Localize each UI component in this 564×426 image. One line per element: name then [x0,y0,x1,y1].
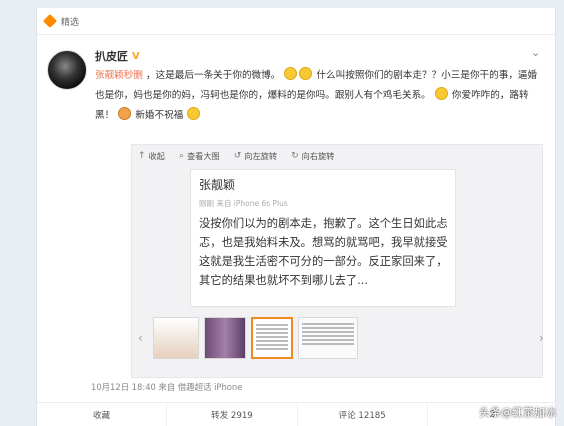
rotate-right-icon: ↻ [291,151,299,161]
tool-view-large[interactable]: ⌕ 查看大图 [179,150,220,162]
embedded-post-body: 没按你们以为的剧本走，抱歉了。这个生日如此忐忑，也是我始料未及。想骂的就骂吧，我… [199,217,448,287]
featured-icon [42,13,58,29]
chevron-down-icon[interactable]: ⌄ [531,46,543,59]
weibo-card: 精选 扒皮匠 V ⌄ 张靓颖秒删 ，这是最后一条关于你的微博。 什么叫按照你们的… [36,8,557,426]
collapse-icon: ↑ [138,151,146,161]
post-text-part-1: ，这是最后一条关于你的微博。 [146,70,281,81]
tool-rotate-right[interactable]: ↻ 向右旋转 [291,150,334,162]
tool-collapse[interactable]: ↑ 收起 [138,150,165,162]
thumbnail[interactable] [298,317,358,359]
prev-icon[interactable]: ‹ [138,319,148,357]
embedded-post-meta: 刚刚 来自 iPhone 6s Plus [199,199,288,208]
mention-link[interactable]: 张靓颖秒删 [95,70,143,81]
rotate-left-icon: ↺ [233,151,242,161]
tears-emoji-icon [299,67,313,80]
card-header: 精选 [37,8,555,35]
screenshot-root: 精选 扒皮匠 V ⌄ 张靓颖秒删 ，这是最后一条关于你的微博。 什么叫按照你们的… [0,0,564,426]
comment-button[interactable]: 评论 12185 [298,403,428,426]
section-label: 精选 [61,17,80,28]
media-preview: ↑ 收起 ⌕ 查看大图 ↺ 向左旋转 ↻ 向右旋转 张靓颖 刚刚 来自 iPhone 6… [131,144,544,378]
thumbnail-strip: ‹ › [138,317,549,359]
next-icon[interactable]: › [539,319,549,357]
embedded-post-author: 张靓颖 [199,178,236,192]
verified-badge: V [132,50,140,62]
favorite-button[interactable]: 收藏 [37,403,168,426]
thumbnail-selected[interactable] [251,317,293,359]
avatar[interactable] [47,50,87,90]
post-timestamp[interactable]: 10月12日 18:40 来自 借趣超话 iPhone [91,381,242,393]
hands-emoji-icon [118,107,132,120]
thumbnail[interactable] [153,317,199,359]
repost-button[interactable]: 转发 2919 [167,403,298,426]
smile-emoji-icon [187,107,201,120]
zoom-icon: ⌕ [178,151,184,161]
author-row: 扒皮匠 V [95,48,140,64]
post-text: 张靓颖秒删 ，这是最后一条关于你的微博。 什么叫按照你们的剧本走？？小三是你干的… [95,66,543,126]
image-toolbar: ↑ 收起 ⌕ 查看大图 ↺ 向左旋转 ↻ 向右旋转 [138,150,334,162]
tool-rotate-left[interactable]: ↺ 向左旋转 [234,150,277,162]
thumbnail[interactable] [204,317,246,359]
post-text-part-4: 新婚不祝福 [135,110,184,121]
watermark: 头条@红茶加冰 [479,406,556,419]
smile-emoji-icon [434,87,448,100]
tears-emoji-icon [284,67,298,80]
author-name[interactable]: 扒皮匠 [95,48,128,64]
embedded-post[interactable]: 张靓颖 刚刚 来自 iPhone 6s Plus 没按你们以为的剧本走，抱歉了。… [190,169,456,307]
